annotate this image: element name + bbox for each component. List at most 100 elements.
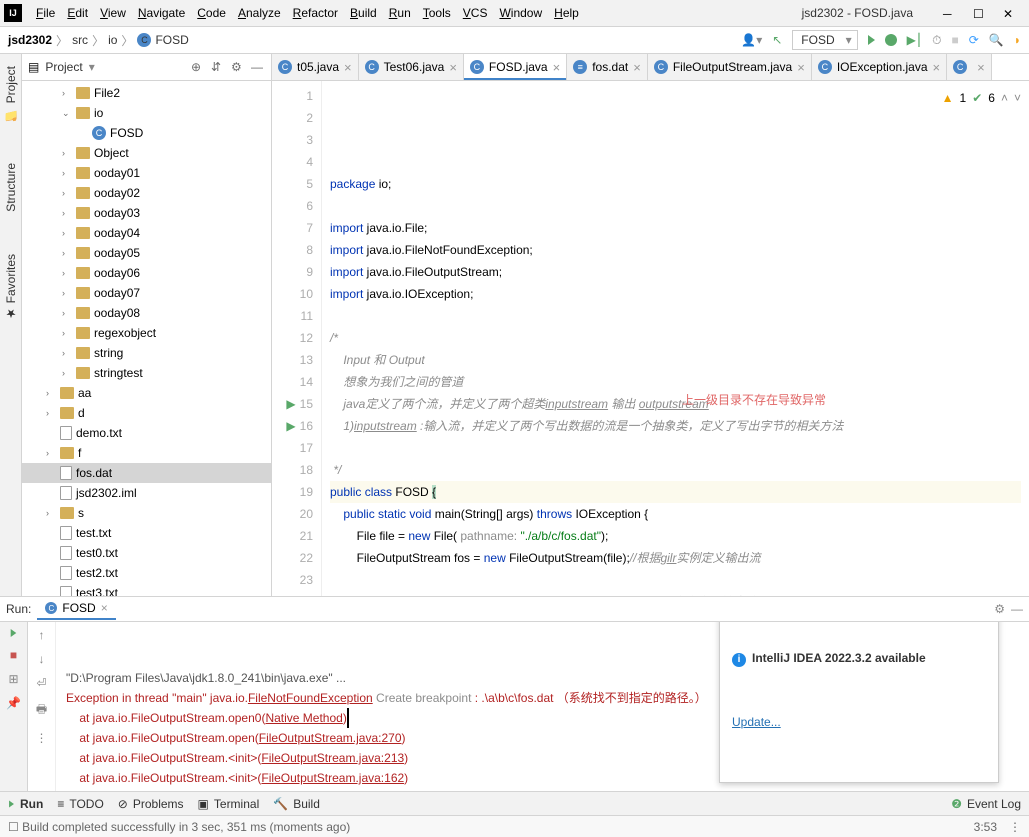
code-line[interactable]: import java.io.FileNotFoundException;: [330, 239, 1021, 261]
line-number[interactable]: 3: [272, 129, 313, 151]
editor-tab[interactable]: C×: [947, 54, 992, 80]
code-line[interactable]: [330, 569, 1021, 591]
chevron-up-icon[interactable]: ˄: [1001, 87, 1008, 109]
code-line[interactable]: import java.io.File;: [330, 217, 1021, 239]
editor-tab[interactable]: CFileOutputStream.java×: [648, 54, 812, 80]
tree-item[interactable]: ›ooday03: [22, 203, 271, 223]
tree-item[interactable]: ›ooday05: [22, 243, 271, 263]
back-icon[interactable]: ↖: [772, 33, 782, 47]
gutter[interactable]: 1234567891011121314▶15▶16171819202122232…: [272, 81, 322, 596]
down-icon[interactable]: ↓: [39, 652, 45, 666]
menu-view[interactable]: View: [94, 3, 132, 23]
tree-item[interactable]: ›File2: [22, 83, 271, 103]
menu-build[interactable]: Build: [344, 3, 383, 23]
notification-link[interactable]: Update...: [732, 712, 986, 732]
line-number[interactable]: 23: [272, 569, 313, 591]
chevron-down-icon[interactable]: ˅: [1014, 87, 1021, 109]
run-button[interactable]: [868, 35, 875, 45]
tree-item[interactable]: ›ooday06: [22, 263, 271, 283]
terminal-tool-button[interactable]: ▣Terminal: [198, 797, 260, 811]
expander-icon[interactable]: ›: [62, 328, 72, 338]
tree-item[interactable]: ›f: [22, 443, 271, 463]
code-line[interactable]: package io;: [330, 173, 1021, 195]
tree-item[interactable]: ›aa: [22, 383, 271, 403]
debug-button[interactable]: [885, 34, 897, 46]
code-line[interactable]: [330, 305, 1021, 327]
tree-item[interactable]: ›ooday07: [22, 283, 271, 303]
tree-item[interactable]: ›string: [22, 343, 271, 363]
expander-icon[interactable]: ›: [62, 248, 72, 258]
editor-tab[interactable]: Ct05.java×: [272, 54, 359, 80]
locate-icon[interactable]: ⊕: [191, 60, 205, 74]
menu-refactor[interactable]: Refactor: [287, 3, 344, 23]
code-line[interactable]: /*: [330, 327, 1021, 349]
run-tab[interactable]: C FOSD ×: [37, 598, 115, 620]
editor-tab[interactable]: CTest06.java×: [359, 54, 464, 80]
menu-tools[interactable]: Tools: [417, 3, 457, 23]
rerun-button[interactable]: [11, 629, 17, 637]
tree-item[interactable]: ›ooday01: [22, 163, 271, 183]
line-number[interactable]: 7: [272, 217, 313, 239]
settings-icon[interactable]: ⚙: [994, 602, 1005, 616]
stop-button[interactable]: ■: [951, 33, 958, 47]
line-number[interactable]: 2: [272, 107, 313, 129]
filter-icon[interactable]: ⋮: [36, 731, 48, 745]
code-line[interactable]: import java.io.FileOutputStream;: [330, 261, 1021, 283]
line-number[interactable]: 12: [272, 327, 313, 349]
line-number[interactable]: 1: [272, 85, 313, 107]
breadcrumb-item[interactable]: src: [72, 33, 88, 47]
line-number[interactable]: 20: [272, 503, 313, 525]
code-editor[interactable]: ▲1 ✔6 ˄ ˅ 上一级目录不存在导致异常 package io; impor…: [322, 81, 1029, 596]
code-line[interactable]: java定义了两个流，并定义了两个超类inputstream 输出 output…: [330, 393, 1021, 415]
line-number[interactable]: 11: [272, 305, 313, 327]
run-configuration-selector[interactable]: FOSD ▾: [792, 30, 857, 50]
tree-item[interactable]: ›stringtest: [22, 363, 271, 383]
menu-help[interactable]: Help: [548, 3, 585, 23]
vcs-update-icon[interactable]: ⟳: [969, 33, 979, 47]
editor-tab[interactable]: CFOSD.java×: [464, 54, 567, 80]
todo-tool-button[interactable]: ≡TODO: [57, 797, 103, 811]
line-number[interactable]: 19: [272, 481, 313, 503]
inspections-widget[interactable]: ▲1 ✔6 ˄ ˅: [942, 87, 1021, 109]
favorites-tool-tab[interactable]: ★ Favorites: [2, 248, 20, 327]
code-line[interactable]: public static void main(String[] args) t…: [330, 503, 1021, 525]
expander-icon[interactable]: ›: [46, 408, 56, 418]
up-icon[interactable]: ↑: [39, 628, 45, 642]
editor-tab[interactable]: CIOException.java×: [812, 54, 947, 80]
maximize-icon[interactable]: ☐: [973, 7, 985, 19]
code-line[interactable]: FileOutputStream fos = new FileOutputStr…: [330, 547, 1021, 569]
tree-item[interactable]: CFOSD: [22, 123, 271, 143]
layout-icon[interactable]: ⊞: [8, 672, 18, 686]
expander-icon[interactable]: ⌄: [62, 108, 72, 119]
print-icon[interactable]: 🖶: [36, 700, 47, 721]
close-icon[interactable]: ×: [101, 601, 108, 615]
status-more-icon[interactable]: ⋮: [1009, 820, 1021, 834]
close-icon[interactable]: ×: [977, 60, 985, 75]
expander-icon[interactable]: ›: [62, 348, 72, 358]
line-number[interactable]: 10: [272, 283, 313, 305]
code-line[interactable]: Input 和 Output: [330, 349, 1021, 371]
hide-icon[interactable]: —: [251, 60, 265, 74]
menu-edit[interactable]: Edit: [61, 3, 94, 23]
close-icon[interactable]: ×: [344, 60, 352, 75]
breadcrumb-item[interactable]: FOSD: [155, 33, 188, 47]
project-tree[interactable]: ›File2⌄ioCFOSD›Object›ooday01›ooday02›oo…: [22, 81, 271, 596]
tree-item[interactable]: ›regexobject: [22, 323, 271, 343]
search-icon[interactable]: 🔍: [989, 33, 1004, 47]
problems-tool-button[interactable]: ⊘Problems: [118, 797, 184, 811]
settings-icon[interactable]: ⚙: [231, 60, 245, 74]
expander-icon[interactable]: ›: [62, 188, 72, 198]
expander-icon[interactable]: ›: [62, 268, 72, 278]
breadcrumb-item[interactable]: io: [108, 33, 117, 47]
line-number[interactable]: 9: [272, 261, 313, 283]
code-line[interactable]: [330, 195, 1021, 217]
line-number[interactable]: 22: [272, 547, 313, 569]
menu-navigate[interactable]: Navigate: [132, 3, 191, 23]
tree-item[interactable]: test.txt: [22, 523, 271, 543]
line-number[interactable]: 5: [272, 173, 313, 195]
wrap-icon[interactable]: ⏎: [36, 676, 46, 690]
close-icon[interactable]: ×: [553, 60, 561, 75]
code-line[interactable]: File file = new File( pathname: "./a/b/c…: [330, 525, 1021, 547]
tree-item[interactable]: ›d: [22, 403, 271, 423]
structure-tool-tab[interactable]: Structure: [2, 157, 20, 218]
